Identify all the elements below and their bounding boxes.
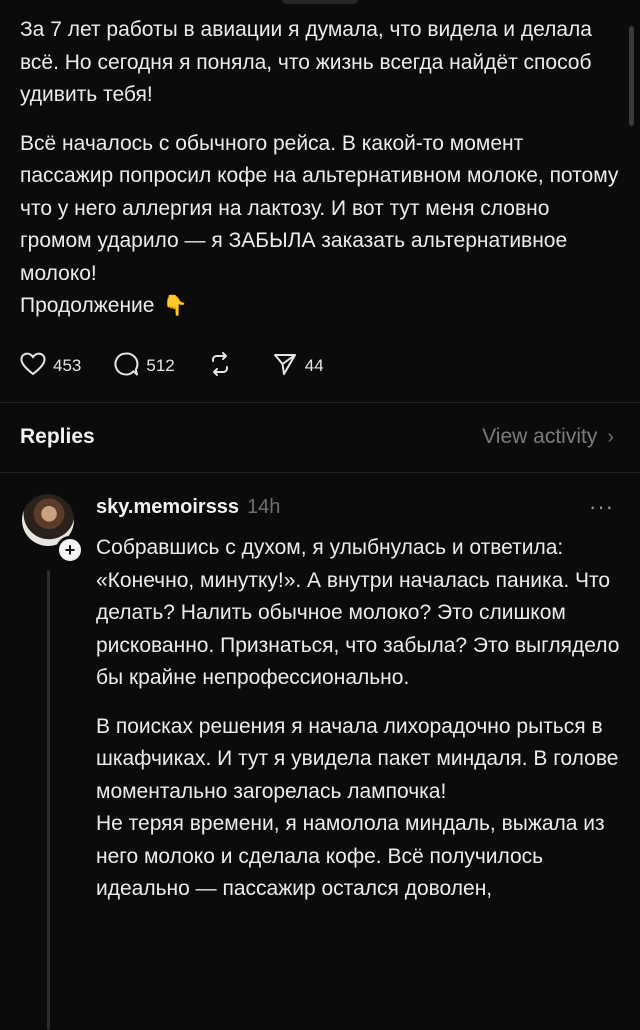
share-count: 44 — [304, 356, 324, 375]
continuation-label: Продолжение — [20, 294, 155, 317]
top-bar-handle — [282, 0, 358, 4]
send-icon — [272, 351, 305, 382]
comment-count: 512 — [146, 356, 175, 375]
repost-button[interactable] — [207, 351, 240, 382]
chevron-right-icon: › — [607, 425, 614, 448]
reply-body: Собравшись с духом, я улыбнулась и ответ… — [96, 532, 626, 906]
pointing-down-emoji: 👇 — [162, 295, 188, 317]
post-paragraph-2: Всё началось с обычного рейса. В какой-т… — [20, 131, 619, 285]
replies-header: Replies View activity › — [20, 420, 614, 454]
reply-timestamp: 14h — [247, 496, 281, 518]
post-actions: 453 512 44 — [20, 348, 356, 384]
repost-icon — [207, 351, 240, 382]
reply-paragraph-1: Собравшись с духом, я улыбнулась и ответ… — [96, 536, 620, 689]
reply-paragraph-3: Не теряя времени, я намолола миндаль, вы… — [96, 812, 605, 900]
view-activity-label: View activity — [482, 425, 598, 448]
divider-replies — [0, 472, 640, 473]
comment-bubble-icon — [113, 351, 146, 382]
more-options-icon[interactable]: ··· — [589, 494, 614, 520]
divider-top — [0, 402, 640, 403]
heart-icon — [20, 352, 53, 381]
reply-username[interactable]: sky.memoirsss — [96, 496, 239, 519]
replies-title: Replies — [20, 425, 95, 448]
scrollbar[interactable] — [629, 26, 634, 126]
post-continuation: Продолжение 👇 — [20, 290, 620, 323]
follow-plus-icon[interactable]: + — [56, 536, 84, 564]
like-count: 453 — [53, 356, 82, 375]
reply-header: sky.memoirsss 14h — [96, 496, 280, 519]
share-button[interactable]: 44 — [272, 351, 324, 382]
post-paragraph-1: За 7 лет работы в авиации я думала, что … — [20, 18, 592, 106]
post-content: За 7 лет работы в авиации я думала, что … — [20, 14, 620, 323]
reply-paragraph-2: В поисках решения я начала лихорадочно р… — [96, 714, 619, 803]
thread-line — [47, 570, 50, 1030]
like-button[interactable]: 453 — [20, 352, 81, 381]
view-activity-link[interactable]: View activity › — [482, 425, 614, 449]
comment-button[interactable]: 512 — [113, 351, 175, 382]
